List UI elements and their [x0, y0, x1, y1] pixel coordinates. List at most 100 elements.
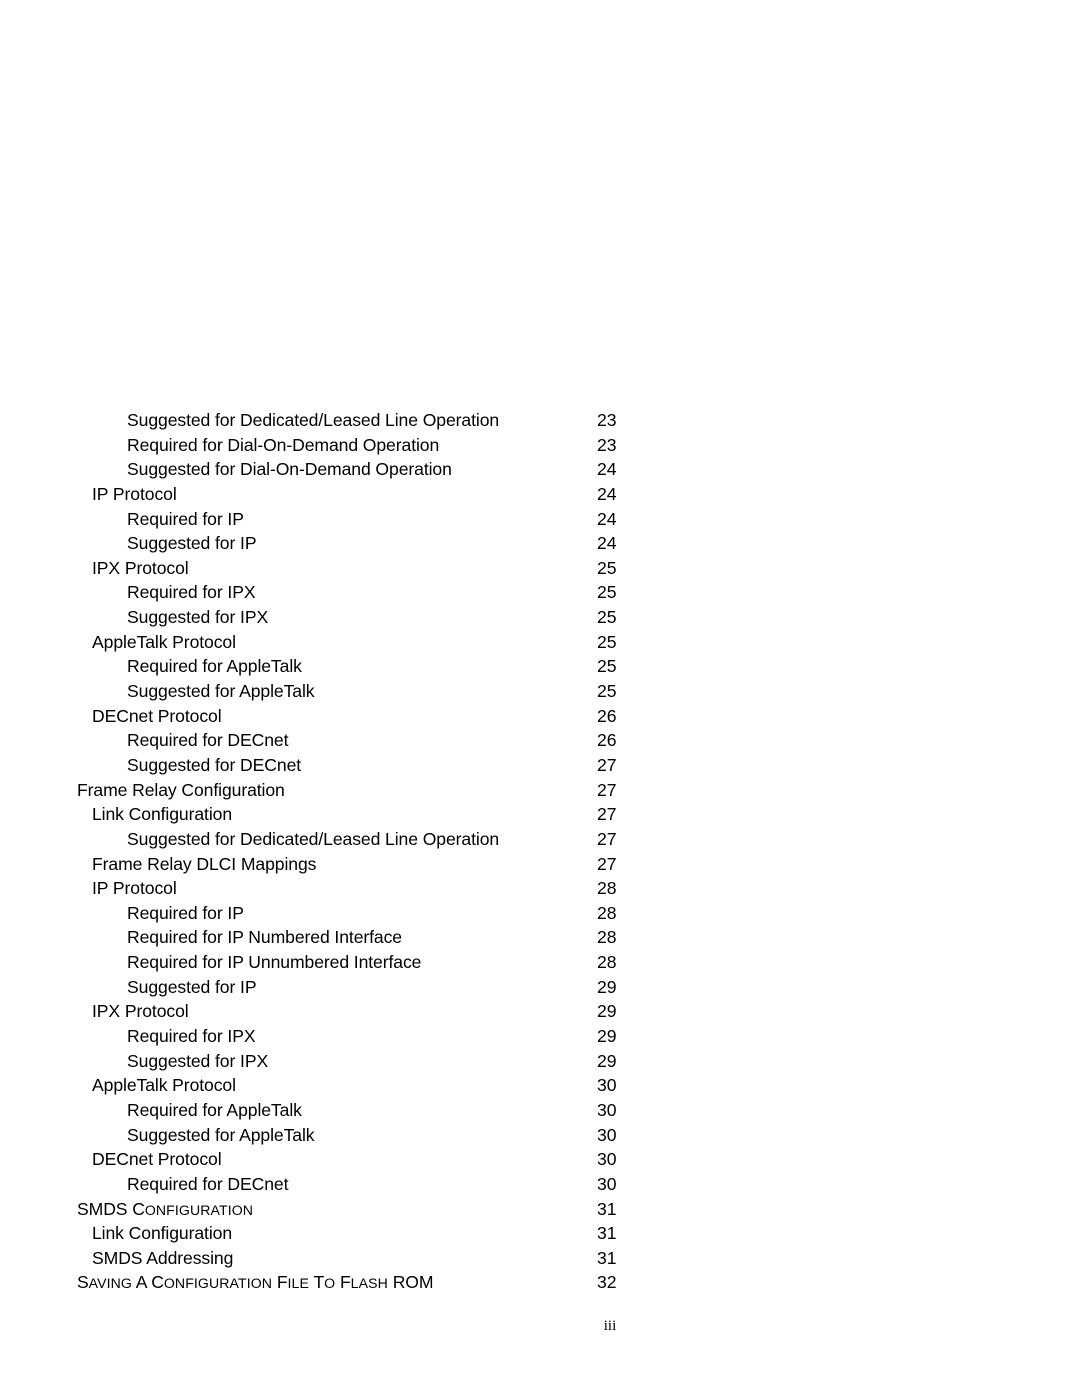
- toc-entry-page-number: 29: [597, 1026, 617, 1047]
- toc-entry-title: Frame Relay Configuration: [77, 779, 285, 800]
- page-footer: iii: [0, 1318, 1080, 1335]
- toc-entry-title: Suggested for IP: [127, 976, 257, 997]
- toc-entry[interactable]: IPX Protocol 25: [77, 556, 637, 581]
- toc-entry-page-number: 25: [597, 631, 617, 652]
- toc-entry-title: Required for IP: [127, 508, 244, 529]
- toc-entry-title: Suggested for IPX: [127, 607, 269, 628]
- toc-entry[interactable]: Required for AppleTalk 30: [77, 1098, 637, 1123]
- toc-entry[interactable]: Required for DECnet 30: [77, 1172, 637, 1197]
- toc-entry-title: Required for Dial-On-Demand Operation: [127, 434, 440, 455]
- toc-entry[interactable]: Suggested for AppleTalk 30: [77, 1123, 637, 1148]
- toc-entry-title: Required for IPX: [127, 1026, 256, 1047]
- toc-entry-page-number: 25: [597, 681, 617, 702]
- toc-entry-title: Required for IP Unnumbered Interface: [127, 952, 422, 973]
- toc-entry-page-number: 25: [597, 557, 617, 578]
- toc-entry-page-number: 29: [597, 1050, 617, 1071]
- toc-entry-title: AppleTalk Protocol: [92, 1075, 236, 1096]
- toc-entry[interactable]: Required for IPX 29: [77, 1024, 637, 1049]
- toc-entry[interactable]: SAVING A CONFIGURATION FILE TO FLASH ROM…: [77, 1270, 637, 1295]
- toc-entry-title: DECnet Protocol: [92, 705, 222, 726]
- toc-entry-page-number: 28: [597, 952, 617, 973]
- toc-entry-title: Required for IPX: [127, 582, 256, 603]
- toc-entry-title: Required for IP Numbered Interface: [127, 927, 402, 948]
- toc-entry[interactable]: SMDS CONFIGURATION 31: [77, 1197, 637, 1222]
- toc-entry[interactable]: Required for Dial-On-Demand Operation 23: [77, 433, 637, 458]
- toc-entry[interactable]: Suggested for AppleTalk 25: [77, 679, 637, 704]
- toc-entry-page-number: 27: [597, 804, 617, 825]
- toc-entry-page-number: 28: [597, 878, 617, 899]
- document-page: Suggested for Dedicated/Leased Line Oper…: [0, 0, 1080, 1397]
- toc-entry-page-number: 29: [597, 976, 617, 997]
- toc-entry-title: IP Protocol: [92, 878, 177, 899]
- toc-entry-title: IP Protocol: [92, 483, 177, 504]
- toc-entry-page-number: 24: [597, 508, 617, 529]
- toc-entry-page-number: 27: [597, 853, 617, 874]
- toc-entry-page-number: 27: [597, 828, 617, 849]
- toc-entry-title: Link Configuration: [92, 1223, 233, 1244]
- toc-entry[interactable]: AppleTalk Protocol 30: [77, 1073, 637, 1098]
- toc-entry[interactable]: Required for AppleTalk 25: [77, 654, 637, 679]
- toc-entry[interactable]: IP Protocol 24: [77, 482, 637, 507]
- toc-entry[interactable]: Suggested for IP 29: [77, 975, 637, 1000]
- toc-entry[interactable]: Required for DECnet 26: [77, 728, 637, 753]
- toc-entry-title: Required for IP: [127, 902, 244, 923]
- toc-entry-title: Required for AppleTalk: [127, 1099, 302, 1120]
- toc-entry[interactable]: Link Configuration 31: [77, 1221, 637, 1246]
- toc-entry[interactable]: Required for IP 28: [77, 901, 637, 926]
- toc-entry[interactable]: Suggested for IP 24: [77, 531, 637, 556]
- toc-entry-title: Required for DECnet: [127, 1173, 289, 1194]
- toc-entry-title: Link Configuration: [92, 804, 233, 825]
- toc-entry-title: Suggested for IP: [127, 533, 257, 554]
- toc-entry-page-number: 23: [597, 410, 617, 430]
- toc-entry[interactable]: Suggested for Dedicated/Leased Line Oper…: [77, 408, 637, 433]
- toc-entry-title: Suggested for AppleTalk: [127, 681, 315, 702]
- toc-entry[interactable]: Frame Relay Configuration 27: [77, 778, 637, 803]
- toc-entry-title: Required for DECnet: [127, 730, 289, 751]
- toc-entry-page-number: 30: [597, 1075, 617, 1096]
- toc-entry[interactable]: Suggested for IPX 25: [77, 605, 637, 630]
- toc-entry-title: SMDS CONFIGURATION: [77, 1198, 254, 1219]
- toc-entry-page-number: 24: [597, 483, 617, 504]
- toc-entry-page-number: 32: [597, 1272, 617, 1293]
- toc-entry[interactable]: Link Configuration 27: [77, 802, 637, 827]
- toc-entry-page-number: 25: [597, 607, 617, 628]
- toc-entry-page-number: 24: [597, 533, 617, 554]
- toc-entry-title: Suggested for IPX: [127, 1050, 269, 1071]
- toc-entry-page-number: 31: [597, 1223, 617, 1244]
- toc-entry-page-number: 31: [597, 1247, 617, 1268]
- toc-entry[interactable]: Suggested for Dedicated/Leased Line Oper…: [77, 827, 637, 852]
- folio-number: iii: [603, 1318, 617, 1334]
- toc-entry[interactable]: SMDS Addressing 31: [77, 1246, 637, 1271]
- toc-entry-title: DECnet Protocol: [92, 1149, 222, 1170]
- toc-entry[interactable]: Required for IP 24: [77, 507, 637, 532]
- toc-entry-title: Suggested for AppleTalk: [127, 1124, 315, 1145]
- toc-entry-page-number: 26: [597, 730, 617, 751]
- toc-entry-page-number: 25: [597, 582, 617, 603]
- toc-entry-page-number: 23: [597, 434, 617, 455]
- toc-entry[interactable]: Suggested for Dial-On-Demand Operation 24: [77, 457, 637, 482]
- toc-entry[interactable]: DECnet Protocol 26: [77, 704, 637, 729]
- toc-entry-title: Required for AppleTalk: [127, 656, 302, 677]
- toc-entry[interactable]: Required for IP Unnumbered Interface 28: [77, 950, 637, 975]
- toc-entry-page-number: 29: [597, 1001, 617, 1022]
- toc-entry-title: Suggested for Dedicated/Leased Line Oper…: [127, 828, 500, 849]
- toc-entry-title: IPX Protocol: [92, 1001, 189, 1022]
- toc-entry-page-number: 27: [597, 754, 617, 775]
- toc-entry-title: Frame Relay DLCI Mappings: [92, 853, 317, 874]
- toc-entry[interactable]: Suggested for DECnet 27: [77, 753, 637, 778]
- toc-entry[interactable]: Suggested for IPX 29: [77, 1049, 637, 1074]
- toc-entry-page-number: 25: [597, 656, 617, 677]
- toc-entry[interactable]: IP Protocol 28: [77, 876, 637, 901]
- toc-entry[interactable]: Required for IP Numbered Interface 28: [77, 925, 637, 950]
- toc-entry-page-number: 28: [597, 902, 617, 923]
- toc-entry[interactable]: Frame Relay DLCI Mappings 27: [77, 852, 637, 877]
- toc-entry[interactable]: AppleTalk Protocol 25: [77, 630, 637, 655]
- table-of-contents: Suggested for Dedicated/Leased Line Oper…: [77, 408, 637, 1295]
- toc-entry-title: SMDS Addressing: [92, 1247, 234, 1268]
- toc-entry-title: Suggested for Dedicated/Leased Line Oper…: [127, 410, 500, 430]
- toc-entry[interactable]: DECnet Protocol 30: [77, 1147, 637, 1172]
- toc-entry[interactable]: IPX Protocol 29: [77, 999, 637, 1024]
- toc-entry-page-number: 30: [597, 1124, 617, 1145]
- toc-entry[interactable]: Required for IPX 25: [77, 580, 637, 605]
- toc-entry-title: Suggested for Dial-On-Demand Operation: [127, 459, 452, 480]
